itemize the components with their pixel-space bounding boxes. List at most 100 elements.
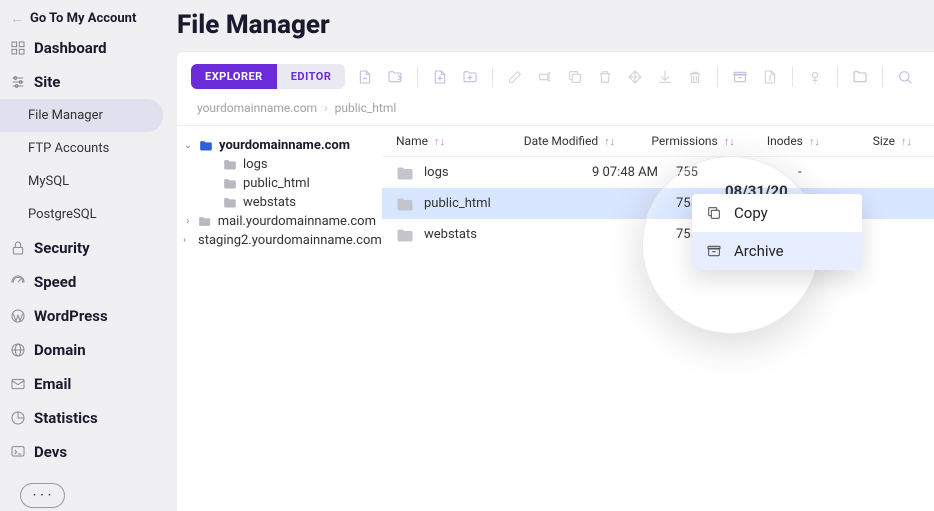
nav-mysql-label: MySQL <box>28 174 69 189</box>
nav-domain[interactable]: Domain <box>0 333 177 367</box>
folder-icon <box>223 159 237 171</box>
rename-icon[interactable] <box>535 67 555 87</box>
nav-statistics[interactable]: Statistics <box>0 401 177 435</box>
file-row-logs[interactable]: logs 9 07:48 AM 755 - <box>382 157 934 188</box>
gauge-icon <box>10 274 26 290</box>
chevron-down-icon: ⌄ <box>183 140 193 151</box>
new-file-icon[interactable] <box>430 67 450 87</box>
nav-mysql[interactable]: MySQL <box>0 165 177 198</box>
sort-icon: ↑↓ <box>434 135 445 148</box>
copy-icon[interactable] <box>565 67 585 87</box>
file-name: public_html <box>424 196 541 211</box>
context-archive[interactable]: Archive <box>692 232 862 270</box>
nav-ftp-accounts[interactable]: FTP Accounts <box>0 132 177 165</box>
col-date-modified[interactable]: Date Modified↑↓ <box>524 134 652 148</box>
tab-editor[interactable]: EDITOR <box>277 64 346 89</box>
breadcrumb-root[interactable]: yourdomainname.com <box>197 101 317 115</box>
toolbar: EXPLORER EDITOR <box>177 52 934 101</box>
folder-icon <box>396 197 414 211</box>
nav-file-manager[interactable]: File Manager <box>0 99 163 132</box>
permissions-icon[interactable] <box>805 67 825 87</box>
tree-item-public-html[interactable]: public_html <box>207 174 376 193</box>
tree-item-webstats[interactable]: webstats <box>207 193 376 212</box>
download-icon[interactable] <box>655 67 675 87</box>
nav-dashboard[interactable]: Dashboard <box>0 31 177 65</box>
nav-dashboard-label: Dashboard <box>34 39 107 57</box>
col-size[interactable]: Size↑↓ <box>873 134 920 148</box>
tab-explorer[interactable]: EXPLORER <box>191 64 277 89</box>
archive-icon[interactable] <box>730 67 750 87</box>
terminal-icon <box>10 444 26 460</box>
context-copy-label: Copy <box>734 204 768 222</box>
new-folder-small-icon[interactable] <box>385 67 405 87</box>
wordpress-icon <box>10 308 26 324</box>
sort-icon: ↑↓ <box>724 135 735 148</box>
nav-site[interactable]: Site <box>0 65 177 99</box>
file-inodes: - <box>798 165 910 180</box>
mail-icon <box>10 376 26 392</box>
context-menu: Copy Archive <box>692 194 862 270</box>
trash-icon[interactable] <box>685 67 705 87</box>
new-folder-icon[interactable] <box>460 67 480 87</box>
context-copy[interactable]: Copy <box>692 194 862 232</box>
nav-security[interactable]: Security <box>0 231 177 265</box>
tree-item-label: mail.yourdomainname.com <box>218 214 376 229</box>
nav-speed[interactable]: Speed <box>0 265 177 299</box>
sort-icon: ↑↓ <box>809 135 820 148</box>
file-list-header: Name↑↓ Date Modified↑↓ Permissions↑↓ Ino… <box>382 126 934 157</box>
nav-domain-label: Domain <box>34 341 86 359</box>
tree-item-staging[interactable]: › staging2.yourdomainname.com <box>183 231 376 250</box>
search-icon[interactable] <box>895 67 915 87</box>
folder-icon <box>198 216 211 228</box>
delete-icon[interactable] <box>595 67 615 87</box>
archive-icon <box>706 243 722 259</box>
nav-security-label: Security <box>34 239 90 257</box>
nav-devs-label: Devs <box>34 443 67 461</box>
file-name: webstats <box>424 227 541 242</box>
nav-statistics-label: Statistics <box>34 409 98 427</box>
nav-wordpress-label: WordPress <box>34 307 108 325</box>
sidebar: ← Go To My Account Dashboard Site File M… <box>0 0 177 511</box>
grid-icon <box>10 40 26 56</box>
nav-devs[interactable]: Devs <box>0 435 177 469</box>
folder-settings-icon[interactable] <box>850 67 870 87</box>
folder-tree: ⌄ yourdomainname.com logs <box>177 126 382 511</box>
tool-finder-button[interactable]: · · · <box>20 483 65 508</box>
move-icon[interactable] <box>625 67 645 87</box>
new-file-small-icon[interactable] <box>355 67 375 87</box>
main: File Manager EXPLORER EDITOR <box>177 0 934 511</box>
tree-root-label: yourdomainname.com <box>219 138 350 153</box>
explorer-editor-toggle: EXPLORER EDITOR <box>191 64 345 89</box>
nav-file-manager-label: File Manager <box>28 108 103 123</box>
file-list: Name↑↓ Date Modified↑↓ Permissions↑↓ Ino… <box>382 126 934 511</box>
col-inodes[interactable]: Inodes↑↓ <box>767 134 873 148</box>
extract-icon[interactable] <box>760 67 780 87</box>
sort-icon: ↑↓ <box>604 135 615 148</box>
chevron-right-icon: › <box>324 101 328 115</box>
tree-item-label: webstats <box>243 195 296 210</box>
tree-item-mail[interactable]: › mail.yourdomainname.com <box>183 212 376 231</box>
file-name: logs <box>424 165 541 180</box>
folder-icon <box>223 197 237 209</box>
back-link-label: Go To My Account <box>30 11 136 26</box>
tree-item-label: public_html <box>243 176 310 191</box>
nav-postgresql[interactable]: PostgreSQL <box>0 198 177 231</box>
copy-icon <box>706 205 722 221</box>
breadcrumb: yourdomainname.com › public_html <box>177 101 934 125</box>
sort-icon: ↑↓ <box>901 135 912 148</box>
folder-icon <box>223 178 237 190</box>
file-date: 9 07:48 AM <box>541 165 676 180</box>
edit-icon[interactable] <box>505 67 525 87</box>
col-permissions[interactable]: Permissions↑↓ <box>651 134 766 148</box>
page-title: File Manager <box>177 10 934 52</box>
back-to-account-link[interactable]: ← Go To My Account <box>0 6 177 31</box>
nav-site-label: Site <box>34 73 60 91</box>
nav-ftp-label: FTP Accounts <box>28 141 109 156</box>
nav-wordpress[interactable]: WordPress <box>0 299 177 333</box>
tree-root[interactable]: ⌄ yourdomainname.com <box>183 136 376 155</box>
tree-item-logs[interactable]: logs <box>207 155 376 174</box>
nav-email[interactable]: Email <box>0 367 177 401</box>
col-name[interactable]: Name↑↓ <box>396 134 524 148</box>
lock-icon <box>10 240 26 256</box>
tree-item-label: logs <box>243 157 268 172</box>
